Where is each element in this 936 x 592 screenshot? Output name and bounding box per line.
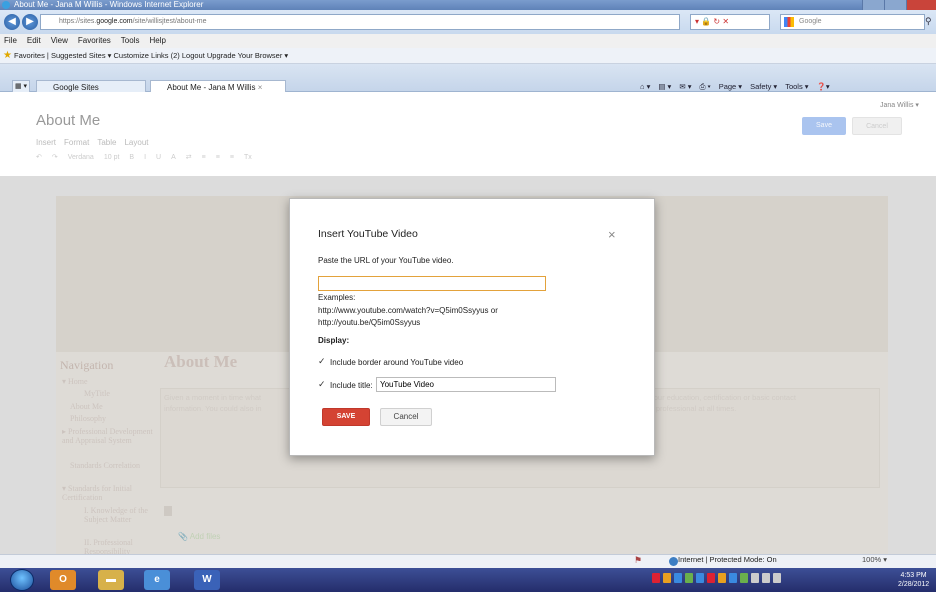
- system-tray: [652, 573, 781, 587]
- tray-app-icon[interactable]: [652, 573, 660, 583]
- menu-tools[interactable]: Tools: [121, 34, 140, 48]
- power-icon[interactable]: [773, 573, 781, 583]
- tray-app-icon[interactable]: [707, 573, 715, 583]
- search-placeholder: Google: [799, 18, 822, 25]
- undo-icon[interactable]: ↶: [36, 150, 42, 166]
- taskbar: [0, 568, 936, 592]
- start-button[interactable]: [10, 569, 34, 591]
- tray-app-icon[interactable]: [663, 573, 671, 583]
- menu-layout[interactable]: Layout: [124, 138, 148, 147]
- title-checkbox[interactable]: ✓: [318, 379, 326, 390]
- tray-app-icon[interactable]: [729, 573, 737, 583]
- favorites-bar[interactable]: Favorites | Suggested Sites ▾ Customize …: [0, 48, 936, 64]
- status-bar: [0, 554, 936, 568]
- ie-logo-icon: [2, 1, 10, 9]
- system-clock[interactable]: 4:53 PM 2/28/2012: [898, 571, 929, 589]
- numbered-list-icon[interactable]: ≡: [202, 150, 206, 166]
- user-menu[interactable]: Jana Willis ▾: [880, 101, 919, 109]
- title-checkbox-label: Include title:: [330, 381, 373, 390]
- network-icon[interactable]: [762, 573, 770, 583]
- outlook-icon[interactable]: O: [50, 570, 76, 590]
- menu-file[interactable]: File: [4, 34, 17, 48]
- back-icon[interactable]: ◀: [4, 14, 20, 30]
- font-family-select[interactable]: Verdana: [68, 150, 94, 166]
- tray-app-icon[interactable]: [740, 573, 748, 583]
- youtube-url-input[interactable]: [318, 276, 546, 291]
- dialog-prompt: Paste the URL of your YouTube video.: [318, 256, 454, 265]
- protected-mode-status[interactable]: Internet | Protected Mode: On: [678, 555, 777, 564]
- clock-time: 4:53 PM: [900, 572, 927, 579]
- tray-app-icon[interactable]: [718, 573, 726, 583]
- window-title-bar: About Me - Jana M Willis - Windows Inter…: [0, 0, 936, 10]
- window-controls: [862, 0, 936, 10]
- address-tools[interactable]: ▾ 🔒 ↻ ✕: [690, 14, 770, 30]
- border-checkbox-label: Include border around YouTube video: [330, 358, 464, 367]
- redo-icon[interactable]: ↷: [52, 150, 58, 166]
- examples-label: Examples:: [318, 293, 356, 302]
- display-label: Display:: [318, 336, 350, 345]
- text-color-button[interactable]: A: [171, 150, 176, 166]
- bold-button[interactable]: B: [129, 150, 134, 166]
- bullet-list-icon[interactable]: ≡: [216, 150, 220, 166]
- speaker-icon[interactable]: [751, 573, 759, 583]
- menu-bar: File Edit View Favorites Tools Help: [0, 34, 936, 48]
- url-prefix: https://sites.: [59, 18, 97, 25]
- zoom-control[interactable]: 100% ▾: [862, 555, 887, 564]
- favorites-star-icon[interactable]: ★: [3, 51, 12, 61]
- close-window-button[interactable]: [906, 0, 936, 10]
- menu-edit[interactable]: Edit: [27, 34, 41, 48]
- clear-format-icon[interactable]: Tx: [244, 150, 252, 166]
- word-icon[interactable]: W: [194, 570, 220, 590]
- url-domain: google.com: [96, 18, 133, 25]
- dialog-title: Insert YouTube Video: [318, 228, 418, 240]
- address-bar[interactable]: https://sites.google.com/site/willisjtes…: [40, 14, 680, 30]
- menu-insert[interactable]: Insert: [36, 138, 56, 147]
- menu-view[interactable]: View: [51, 34, 68, 48]
- minimize-button[interactable]: [862, 0, 884, 10]
- internet-explorer-icon[interactable]: e: [144, 570, 170, 590]
- tray-app-icon[interactable]: [674, 573, 682, 583]
- tab-row: ▦ ▾ Google Sites About Me - Jana M Willi…: [0, 64, 936, 94]
- dialog-cancel-button[interactable]: Cancel: [380, 408, 432, 426]
- border-checkbox[interactable]: ✓: [318, 356, 326, 367]
- menu-help[interactable]: Help: [149, 34, 165, 48]
- save-button[interactable]: Save: [802, 117, 846, 135]
- search-input[interactable]: Google: [780, 14, 925, 30]
- example-url-2: http://youtu.be/Q5im0Ssyyus: [318, 318, 421, 327]
- cancel-button[interactable]: Cancel: [852, 117, 902, 135]
- page-title: About Me: [36, 112, 101, 129]
- menu-favorites[interactable]: Favorites: [78, 34, 111, 48]
- window-title: About Me - Jana M Willis - Windows Inter…: [14, 0, 204, 9]
- close-icon[interactable]: ×: [608, 227, 616, 242]
- underline-button[interactable]: U: [156, 150, 161, 166]
- video-title-input[interactable]: [376, 377, 556, 392]
- font-size-select[interactable]: 10 pt: [104, 150, 120, 166]
- forward-icon[interactable]: ▶: [22, 14, 38, 30]
- link-icon[interactable]: ⇄: [186, 150, 192, 166]
- address-row: ◀ ▶ https://sites.google.com/site/willis…: [0, 10, 936, 34]
- maximize-button[interactable]: [884, 0, 906, 10]
- tab-label: About Me - Jana M Willis: [167, 83, 256, 92]
- format-toolbar: ↶ ↷ Verdana 10 pt B I U A ⇄ ≡ ≡ ≡ Tx: [36, 150, 576, 166]
- url-path: /site/willisjtest/about-me: [132, 18, 207, 25]
- favorites-links[interactable]: Favorites | Suggested Sites ▾ Customize …: [14, 51, 288, 60]
- status-warning-icon: ⚑: [634, 555, 643, 565]
- edit-menu: Insert Format Table Layout: [36, 138, 149, 147]
- italic-button[interactable]: I: [144, 150, 146, 166]
- clock-date: 2/28/2012: [898, 581, 930, 588]
- tray-app-icon[interactable]: [696, 573, 704, 583]
- folder-icon[interactable]: ▬: [98, 570, 124, 590]
- tray-app-icon[interactable]: [685, 573, 693, 583]
- menu-table[interactable]: Table: [97, 138, 116, 147]
- globe-icon: [669, 557, 678, 566]
- menu-format[interactable]: Format: [64, 138, 89, 147]
- align-icon[interactable]: ≡: [230, 150, 234, 166]
- tab-label: Google Sites: [53, 83, 99, 92]
- dialog-save-button[interactable]: SAVE: [322, 408, 370, 426]
- tab-close-icon[interactable]: ×: [258, 83, 263, 92]
- search-icon[interactable]: ⚲: [925, 16, 935, 28]
- example-url-1: http://www.youtube.com/watch?v=Q5im0Ssyy…: [318, 306, 498, 315]
